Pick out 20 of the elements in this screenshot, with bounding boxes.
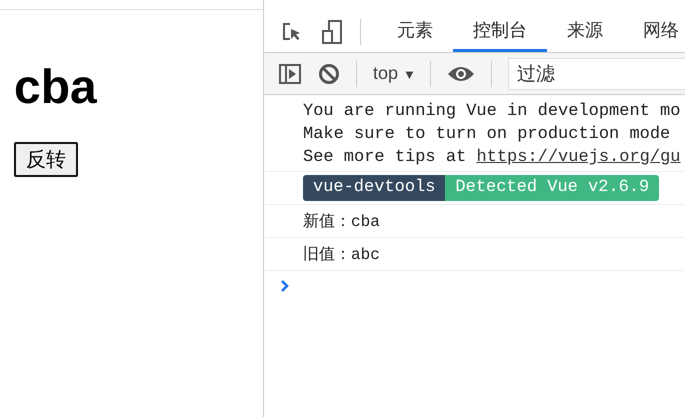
devtools-tab[interactable]: 元素 — [377, 11, 453, 52]
devtools-tab[interactable]: 来源 — [547, 11, 623, 52]
device-toggle-icon[interactable] — [320, 18, 344, 44]
console-log-line: 新值：cba — [264, 205, 685, 238]
clear-console-icon[interactable] — [318, 62, 340, 84]
eye-icon[interactable] — [446, 64, 475, 82]
filter-field[interactable]: 过滤 — [508, 58, 685, 90]
reverse-button[interactable]: 反转 — [14, 142, 78, 177]
console-message-line: Make sure to turn on production mode — [303, 124, 672, 146]
console-log-line: 旧值：abc — [264, 238, 685, 271]
console-message-line: You are running Vue in development mo — [303, 101, 682, 123]
sidebar-toggle-icon[interactable] — [278, 62, 302, 84]
context-dropdown[interactable]: top ▼ — [373, 63, 416, 84]
docs-link[interactable]: https://vuejs.org/gu — [476, 148, 680, 167]
page-heading: cba — [13, 60, 98, 116]
prompt-chevron-icon[interactable] — [280, 280, 290, 292]
devtools-badge: Detected Vue v2.6.9 — [445, 175, 660, 201]
devtools-tab[interactable]: 网络 — [623, 11, 685, 52]
devtools-badge: vue-devtools — [303, 175, 446, 201]
console-message-line: See more tips at https://vuejs.org/gu — [303, 147, 682, 169]
